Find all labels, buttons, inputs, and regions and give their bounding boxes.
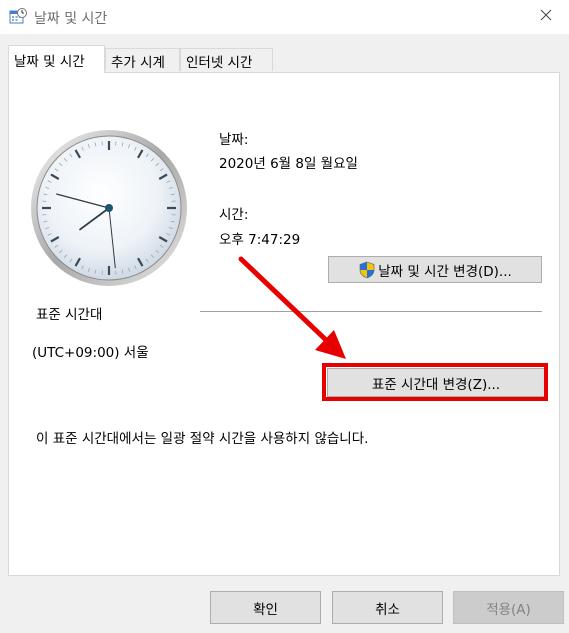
clock-calendar-icon [8, 7, 28, 27]
window-title: 날짜 및 시간 [34, 11, 108, 27]
ok-button[interactable]: 확인 [210, 591, 321, 624]
apply-label: 적용(A) [486, 601, 531, 618]
tab-panel: 날짜: 2020년 6월 8일 월요일 시간: 오후 7:47:29 날짜 및 … [8, 72, 560, 576]
analog-clock [30, 129, 188, 287]
tab-internet-time[interactable]: 인터넷 시간 [180, 48, 273, 71]
highlight-box [322, 363, 548, 401]
time-label: 시간: [219, 207, 249, 223]
cancel-label: 취소 [375, 601, 400, 618]
timezone-heading: 표준 시간대 [36, 307, 103, 323]
title-bar: 날짜 및 시간 [0, 0, 569, 34]
timezone-value: (UTC+09:00) 서울 [32, 345, 149, 361]
date-label: 날짜: [219, 132, 249, 148]
uac-shield-icon [358, 261, 376, 279]
ok-label: 확인 [253, 601, 278, 618]
time-value: 오후 7:47:29 [219, 232, 301, 248]
change-date-time-button[interactable]: 날짜 및 시간 변경(D)... [328, 256, 542, 283]
tab-additional-clocks[interactable]: 추가 시계 [105, 48, 180, 71]
tab-label: 인터넷 시간 [186, 55, 253, 71]
separator [200, 311, 542, 312]
tab-label: 날짜 및 시간 [14, 54, 85, 70]
dst-note: 이 표준 시간대에서는 일광 절약 시간을 사용하지 않습니다. [36, 431, 369, 447]
cancel-button[interactable]: 취소 [332, 591, 443, 624]
close-button[interactable] [523, 0, 569, 33]
apply-button[interactable]: 적용(A) [453, 591, 564, 624]
date-value: 2020년 6월 8일 월요일 [219, 156, 358, 172]
tab-date-time[interactable]: 날짜 및 시간 [8, 45, 105, 73]
change-date-time-label: 날짜 및 시간 변경(D)... [378, 263, 512, 280]
tab-label: 추가 시계 [111, 55, 165, 71]
close-icon [540, 9, 552, 25]
